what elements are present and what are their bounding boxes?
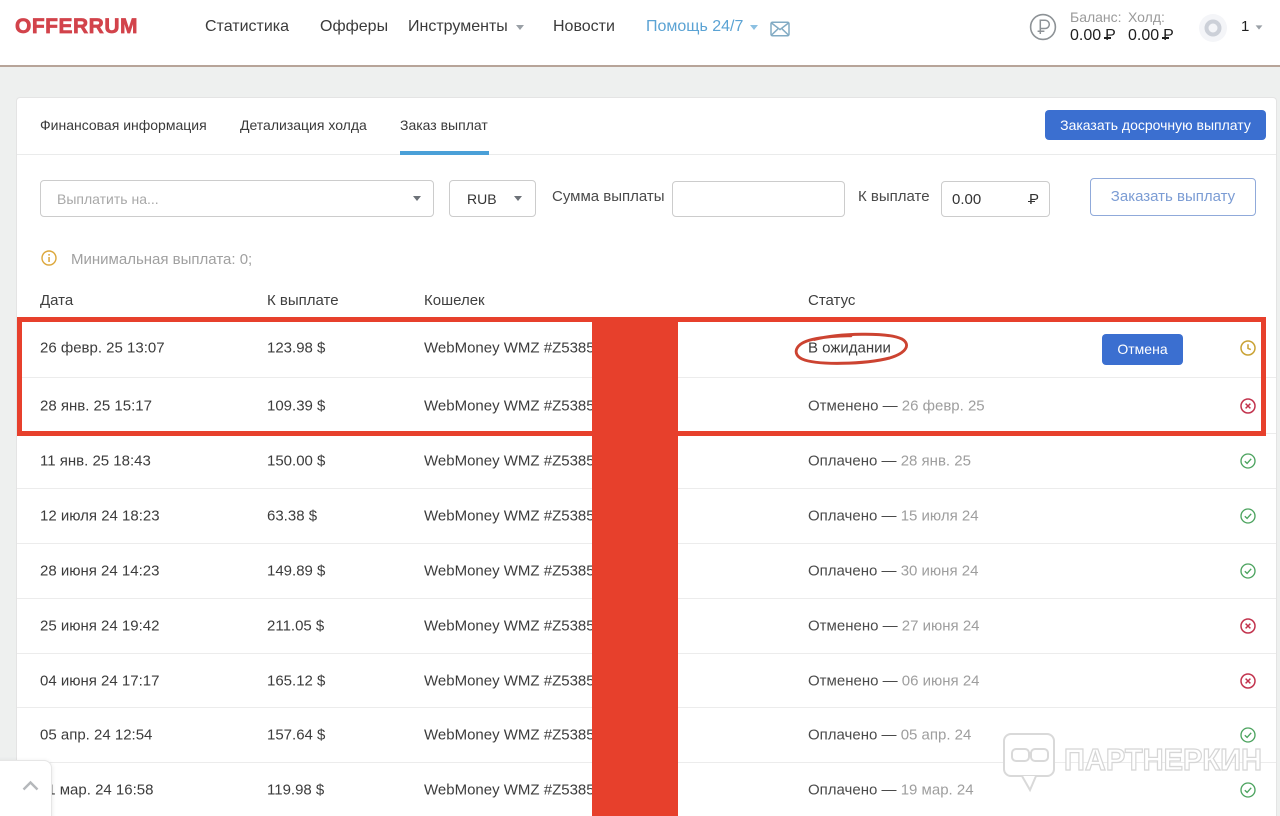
svg-text:ПАРТНЕРКИН: ПАРТНЕРКИН [1064, 742, 1262, 777]
